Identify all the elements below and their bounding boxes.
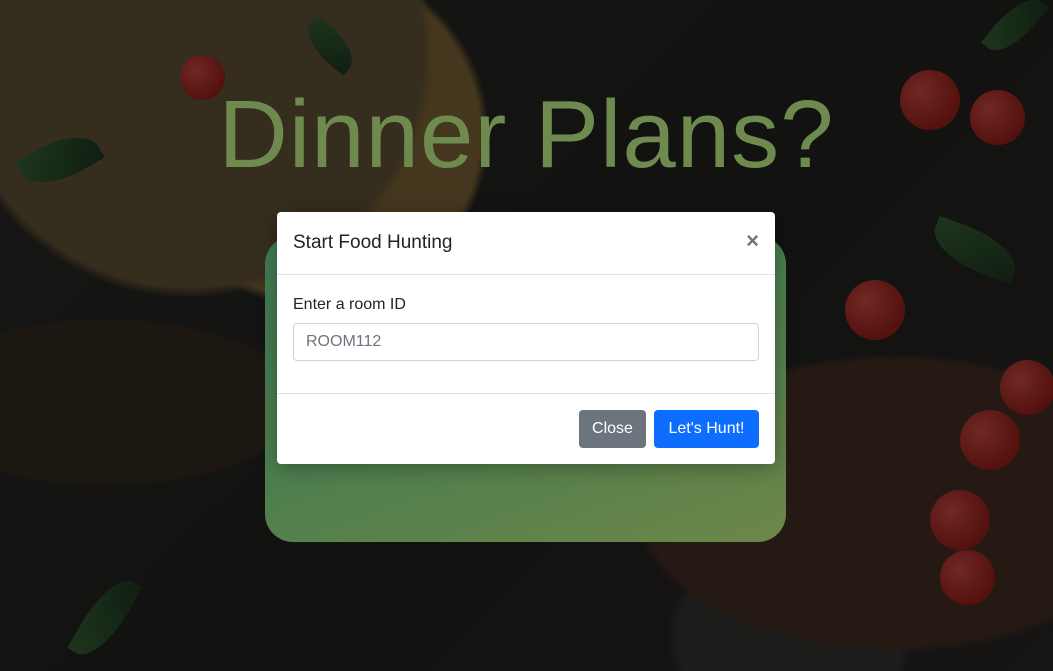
lets-hunt-button[interactable]: Let's Hunt! — [654, 410, 759, 448]
room-id-label: Enter a room ID — [293, 296, 406, 313]
close-icon[interactable]: × — [746, 230, 759, 252]
modal-footer: Close Let's Hunt! — [277, 394, 775, 465]
page-title: Dinner Plans? — [218, 81, 835, 188]
modal-title: Start Food Hunting — [293, 232, 453, 253]
close-button[interactable]: Close — [579, 410, 646, 448]
modal-header: Start Food Hunting × — [277, 212, 775, 275]
start-food-hunting-modal: Start Food Hunting × Enter a room ID Clo… — [277, 212, 775, 464]
room-id-input[interactable] — [293, 323, 759, 361]
modal-body: Enter a room ID — [277, 275, 775, 394]
